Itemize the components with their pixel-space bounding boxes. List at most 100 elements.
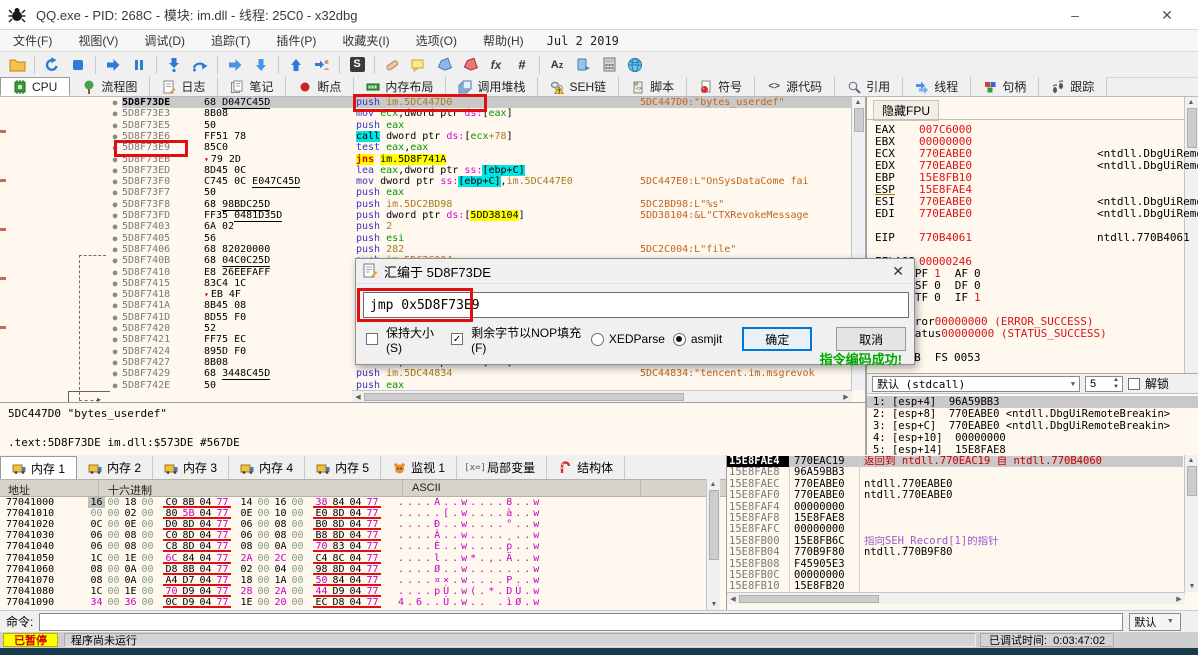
- register-line[interactable]: EDI770EABE0<ntdll.DbgUiRemoteBreakin>: [875, 208, 1198, 220]
- memory-globe-button[interactable]: [623, 54, 647, 76]
- dump-row[interactable]: 77041090 34 00 36 00 0C D9 04 77 1E 00 20 00 EC D8 04 77…: [0, 597, 700, 608]
- tab-线程[interactable]: 线程: [903, 77, 972, 96]
- disasm-row[interactable]: ● 5D8F73EB ▾ 79 2D jns im.5D8F741A: [0, 153, 852, 165]
- command-input[interactable]: [39, 612, 1124, 631]
- dialog-title-bar[interactable]: 汇编于 5D8F73DE ✕: [356, 259, 914, 284]
- register-line[interactable]: GS002BFS0053: [875, 352, 1193, 364]
- disasm-row[interactable]: ● 5D8F7429 68 3448C45D push im.5DC44834 5DC4…: [0, 368, 852, 381]
- close-button[interactable]: ✕: [1144, 0, 1190, 30]
- menu-收藏夹(I)[interactable]: 收藏夹(I): [329, 30, 402, 51]
- dump-row[interactable]: 77041020 0C 00 0E 00 D0 8D 04 77 06 00 08 00 B0 8D 04 77…: [0, 519, 700, 531]
- command-type-select[interactable]: 默认 ▼: [1129, 612, 1182, 631]
- comment-button[interactable]: [406, 54, 430, 76]
- tab-句柄[interactable]: 句柄: [971, 77, 1040, 96]
- argument-row[interactable]: 1: [esp+4] 96A59BB3: [867, 396, 1198, 408]
- stack-horizontal-scrollbar[interactable]: ◀ ▶: [727, 592, 1185, 604]
- calling-convention-select[interactable]: 默认 (stdcall) ▼: [872, 375, 1080, 392]
- menu-调试(D)[interactable]: 调试(D): [131, 30, 198, 51]
- open-folder-button[interactable]: [5, 54, 29, 76]
- step-into-button[interactable]: [162, 54, 186, 76]
- tab-CPU[interactable]: CPU: [0, 77, 71, 96]
- dump-row[interactable]: 77041010 00 00 02 00 80 5B 04 77 0E 00 10 00 E0 8D 04 77…: [0, 508, 700, 520]
- dump-tab-内存 4[interactable]: 内存 4: [229, 456, 306, 479]
- patch-button[interactable]: [380, 54, 404, 76]
- ok-button[interactable]: 确定: [742, 327, 813, 351]
- calculator-button[interactable]: [597, 54, 621, 76]
- tab-源代码[interactable]: <> 源代码: [755, 77, 836, 96]
- engine-radio-asmjit[interactable]: [672, 332, 686, 346]
- dump-tab-内存 1[interactable]: 内存 1: [0, 456, 78, 479]
- tab-流程图[interactable]: 流程图: [70, 77, 151, 96]
- dump-row[interactable]: 77041080 1C 00 1E 00 70 D9 04 77 28 00 2A 00 44 D9 04 77…: [0, 586, 700, 597]
- tab-脚本[interactable]: <> 脚本: [619, 77, 688, 96]
- trace-over-button[interactable]: [249, 54, 273, 76]
- dump-tab-结构体[interactable]: 结构体: [547, 456, 626, 479]
- argument-row[interactable]: 4: [esp+10] 00000000: [867, 432, 1198, 444]
- run-button[interactable]: [101, 54, 125, 76]
- arguments-pane[interactable]: 1: [esp+4] 96A59BB3 2: [esp+8] 770EABE0 <…: [866, 393, 1198, 455]
- menu-视图(V)[interactable]: 视图(V): [65, 30, 131, 51]
- register-line[interactable]: [875, 340, 1193, 352]
- disasm-row[interactable]: ● 5D8F7405 56 push esi: [0, 233, 852, 244]
- step-over-button[interactable]: [188, 54, 212, 76]
- memory-dump-pane[interactable]: 77041000 16 00 18 00 C0 8B 04 77 14 00 16 00 38 84 04 77…: [0, 497, 726, 610]
- menu-帮助(H)[interactable]: 帮助(H): [470, 30, 537, 51]
- dump-row[interactable]: 77041040 06 00 08 00 C8 8D 04 77 08 00 0A 00 70 83 04 77…: [0, 541, 700, 553]
- disasm-row[interactable]: ● 5D8F73E6 FF51 78 call dword ptr ds:[ecx+7…: [0, 130, 852, 142]
- registers-pane[interactable]: 隐藏FPU ▲ EAX 007C6000 EBX 00000000 ECX 770EABE…: [866, 97, 1198, 373]
- dump-row[interactable]: 77041060 08 00 0A 00 D8 8B 04 77 02 00 04 00 98 8D 04 77…: [0, 564, 700, 575]
- unlock-checkbox[interactable]: [1128, 377, 1140, 390]
- stack-vertical-scrollbar[interactable]: ▲ ▼: [1184, 455, 1198, 592]
- dump-scrollbar[interactable]: ▲ ▼: [706, 479, 720, 610]
- pause-button[interactable]: [127, 54, 151, 76]
- engine-radio-XEDParse[interactable]: [590, 332, 604, 346]
- dump-tab-内存 2[interactable]: 内存 2: [77, 456, 154, 479]
- stack-row[interactable]: 15E8FAF0 770EABE0 ntdll.770EABE0: [727, 489, 1183, 502]
- disasm-row[interactable]: ● 5D8F73E5 50 push eax: [0, 120, 852, 131]
- tab-跟踪[interactable]: 跟踪: [1039, 77, 1108, 96]
- tab-调用堆栈[interactable]: 调用堆栈: [446, 77, 539, 96]
- restart-button[interactable]: [40, 54, 64, 76]
- assembly-instruction-input[interactable]: [363, 292, 909, 318]
- tab-引用[interactable]: 引用: [835, 77, 904, 96]
- menu-选项(O)[interactable]: 选项(O): [403, 30, 470, 51]
- dump-row[interactable]: 77041000 16 00 18 00 C0 8B 04 77 14 00 16 00 38 84 04 77…: [0, 497, 700, 509]
- tab-内存布局[interactable]: 内存布局: [354, 77, 447, 96]
- dump-tab-局部变量[interactable]: [x=] 局部变量: [457, 456, 548, 479]
- disasm-horizontal-scrollbar[interactable]: ◀ ▶: [352, 390, 852, 402]
- disasm-row[interactable]: ● 5D8F73FD FF35 0481D35D push dword ptr ds:…: [0, 210, 852, 222]
- register-line[interactable]: EIP 770B4061 ntdll.770B4061: [875, 232, 1193, 244]
- dump-tab-内存 3[interactable]: 内存 3: [153, 456, 230, 479]
- menu-追踪(T)[interactable]: 追踪(T): [198, 30, 263, 51]
- disasm-row[interactable]: ● 5D8F7406 68 82020000 push 282 5DC2C004:L"f…: [0, 244, 852, 255]
- argument-row[interactable]: 5: [esp+14] 15E8FAE8: [867, 444, 1198, 455]
- disasm-row[interactable]: ● 5D8F73DE 68 D047C45D push im.5DC447D0 5DC4…: [0, 97, 852, 109]
- tab-笔记[interactable]: 笔记: [218, 77, 287, 96]
- dump-row[interactable]: 77041030 06 00 08 00 C0 8D 04 77 06 00 08 00 B8 8D 04 77…: [0, 530, 700, 542]
- tab-日志[interactable]: 日志: [150, 77, 219, 96]
- strings-button[interactable]: Az: [545, 54, 569, 76]
- disasm-row[interactable]: ● 5D8F7403 6A 02 push 2: [0, 221, 852, 232]
- disasm-row[interactable]: ● 5D8F73F8 68 98BDC25D push im.5DC2BD98 5DC2…: [0, 198, 852, 211]
- bookmark-button[interactable]: [458, 54, 482, 76]
- register-line[interactable]: LastStatus00000000 (STATUS_SUCCESS): [875, 328, 1193, 340]
- stack-row[interactable]: 15E8FB04 770B9F80 ntdll.770B9F80: [727, 546, 1183, 559]
- minimize-button[interactable]: –: [1052, 0, 1098, 30]
- nop-fill-checkbox[interactable]: ✓: [451, 333, 464, 345]
- tab-符号[interactable]: 符号: [687, 77, 756, 96]
- function-button[interactable]: fx: [484, 54, 508, 76]
- disasm-row[interactable]: ● 5D8F73E9 85C0 test eax,eax: [0, 142, 852, 153]
- dump-tab-监视 1[interactable]: 监视 1: [381, 456, 458, 479]
- dialog-close-icon[interactable]: ✕: [892, 263, 904, 280]
- tab-SEH链[interactable]: ! SEH链: [538, 77, 620, 96]
- run-to-user-code-button[interactable]: [310, 54, 334, 76]
- menu-插件(P)[interactable]: 插件(P): [263, 30, 329, 51]
- run-to-return-button[interactable]: [284, 54, 308, 76]
- disasm-row[interactable]: ● 5D8F73E3 8B08 mov ecx,dword ptr ds:[eax]: [0, 108, 852, 119]
- attach-button[interactable]: [571, 54, 595, 76]
- keep-size-checkbox[interactable]: [366, 333, 378, 345]
- disasm-row[interactable]: ● 5D8F73ED 8D45 0C lea eax,dword ptr ss:[eb…: [0, 164, 852, 176]
- hide-fpu-button[interactable]: 隐藏FPU: [873, 100, 940, 121]
- scylla-button[interactable]: S: [345, 54, 369, 76]
- argument-row[interactable]: 2: [esp+8] 770EABE0 <ntdll.DbgUiRemoteBr…: [867, 408, 1198, 420]
